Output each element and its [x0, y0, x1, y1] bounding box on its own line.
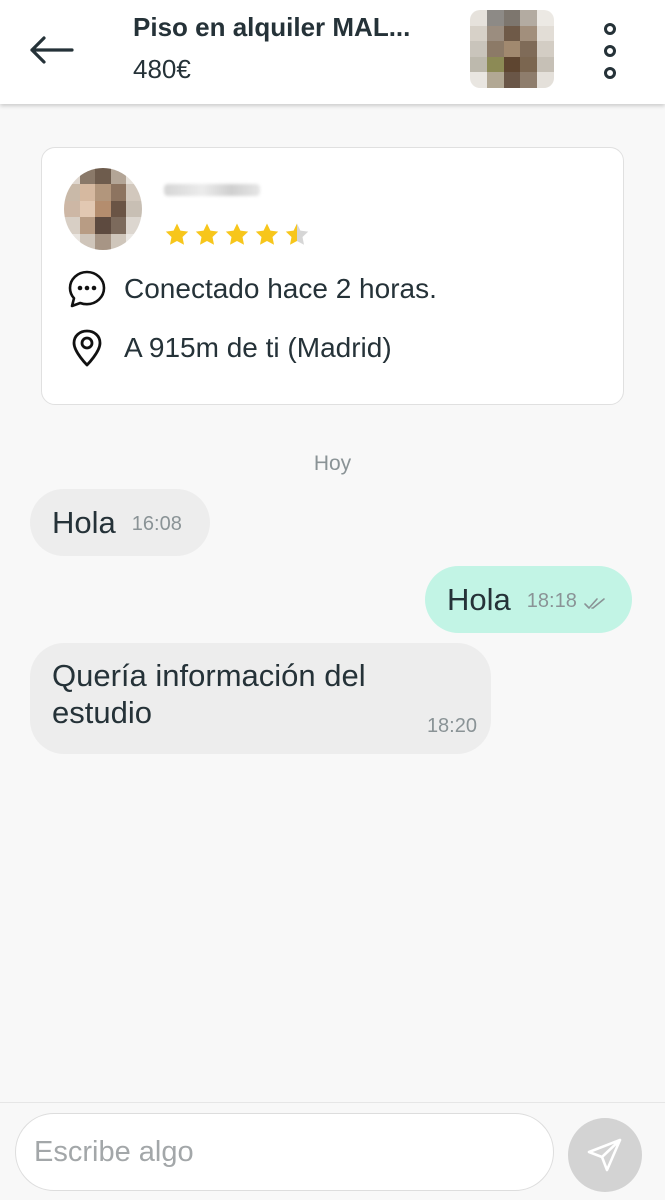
message-text: Hola [447, 581, 511, 617]
mosaic-block [79, 184, 96, 201]
mosaic-block [110, 168, 127, 185]
message-bubble-incoming[interactable]: Quería información del estudio 18:20 [30, 643, 491, 754]
double-check-icon [584, 597, 605, 609]
back-button[interactable] [22, 24, 80, 76]
mosaic-block [79, 168, 96, 185]
mosaic-block [520, 10, 538, 26]
message-bubble-outgoing[interactable]: Hola 18:18 [425, 566, 632, 633]
mosaic-block [503, 10, 521, 26]
mosaic-block [110, 217, 127, 234]
mosaic-block [110, 233, 127, 250]
message-time: 18:20 [426, 715, 477, 737]
mosaic-block [126, 217, 142, 234]
mosaic-block [110, 184, 127, 201]
send-button[interactable] [568, 1118, 642, 1192]
mosaic-block [537, 25, 554, 42]
mosaic-block [503, 72, 521, 88]
mosaic-block [503, 56, 521, 73]
mosaic-block [95, 184, 111, 201]
location-pin-icon [66, 327, 108, 369]
mosaic-block [470, 41, 487, 57]
day-separator: Hoy [313, 452, 352, 475]
mosaic-block [126, 184, 142, 201]
distance-text: A 915m de ti (Madrid) [124, 332, 392, 363]
mosaic-block [486, 41, 504, 57]
listing-title[interactable]: Piso en alquiler MAL... [133, 12, 453, 43]
mosaic-block [503, 25, 521, 42]
mosaic-block [470, 56, 487, 73]
mosaic-block [537, 41, 554, 57]
mosaic-block [64, 168, 80, 185]
listing-price: 480€ [133, 54, 191, 84]
listing-thumbnail[interactable] [470, 10, 554, 88]
mosaic-block [470, 25, 487, 42]
mosaic-block [95, 168, 111, 185]
star-icon [255, 223, 279, 245]
more-vertical-icon-dot [604, 67, 616, 79]
message-text: Quería información del estudio [52, 658, 366, 730]
mosaic-block [486, 72, 504, 88]
mosaic-block [486, 10, 504, 26]
send-icon [587, 1138, 622, 1172]
mosaic-block [110, 200, 127, 218]
distance-row: A 915m de ti (Madrid) [66, 327, 392, 369]
star-icon [165, 223, 189, 245]
more-options-button[interactable] [588, 18, 632, 84]
seller-name-redacted [164, 184, 260, 196]
mosaic-block [126, 168, 142, 185]
more-vertical-icon [604, 23, 616, 35]
chat-header: Piso en alquiler MAL... 480€ [0, 0, 665, 104]
star-icon [225, 223, 249, 245]
message-bubble-incoming[interactable]: Hola 16:08 [30, 489, 210, 556]
star-icon [285, 223, 309, 245]
star-icon [195, 223, 219, 245]
message-time: 16:08 [131, 513, 182, 535]
mosaic-block [64, 200, 80, 218]
mosaic-block [64, 217, 80, 234]
mosaic-block [537, 10, 554, 26]
mosaic-block [126, 233, 142, 250]
seller-avatar[interactable] [64, 168, 142, 250]
mosaic-block [537, 72, 554, 88]
mosaic-block [95, 217, 111, 234]
mosaic-block [520, 56, 538, 73]
last-seen-row: Conectado hace 2 horas. [66, 268, 437, 310]
mosaic-block [64, 233, 80, 250]
mosaic-block [470, 72, 487, 88]
mosaic-block [520, 41, 538, 57]
mosaic-block [486, 56, 504, 73]
mosaic-block [79, 233, 96, 250]
mosaic-block [64, 184, 80, 201]
chat-screen: Piso en alquiler MAL... 480€ Conectado h… [0, 0, 665, 1200]
message-input-container[interactable] [15, 1113, 554, 1191]
more-vertical-icon-dot [604, 45, 616, 57]
mosaic-block [486, 25, 504, 42]
mosaic-block [520, 72, 538, 88]
mosaic-block [537, 56, 554, 73]
mosaic-block [79, 200, 96, 218]
mosaic-block [95, 200, 111, 218]
message-input[interactable] [34, 1135, 553, 1169]
mosaic-block [79, 217, 96, 234]
mosaic-block [520, 25, 538, 42]
chat-bubble-icon [66, 268, 108, 310]
last-seen-text: Conectado hace 2 horas. [124, 273, 437, 304]
mosaic-block [95, 233, 111, 250]
mosaic-block [126, 200, 142, 218]
mosaic-block [503, 41, 521, 57]
message-text: Hola [52, 504, 116, 540]
seller-card[interactable]: Conectado hace 2 horas. A 915m de ti (Ma… [41, 147, 624, 405]
mosaic-block [470, 10, 487, 26]
message-time: 18:18 [526, 590, 577, 612]
arrow-left-icon [30, 36, 74, 64]
message-composer [0, 1102, 665, 1200]
seller-rating [164, 222, 310, 248]
